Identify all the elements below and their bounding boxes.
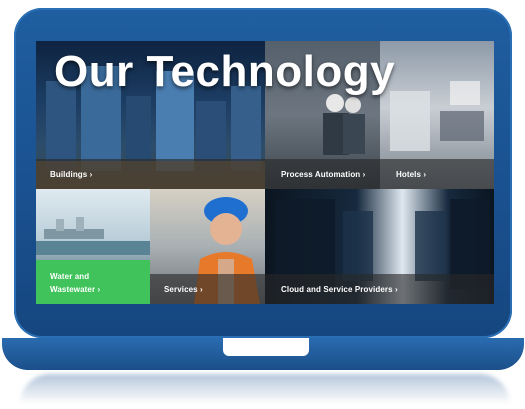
tile-water-wastewater[interactable]: Water and Wastewater › [36,189,150,304]
laptop-screen: Buildings › Process Automation › Hotels … [36,41,494,304]
tile-cloud-service-providers[interactable]: Cloud and Service Providers › [265,189,494,304]
tile-label-hotels: Hotels › [396,170,427,179]
tile-label-water-line2: Wastewater › [50,285,101,294]
tile-hotels[interactable]: Hotels › [380,41,494,189]
laptop-reflection [20,374,510,404]
tile-label-services: Services › [164,285,203,294]
tile-label-buildings: Buildings › [50,170,93,179]
tile-label-water-line1: Water and [50,272,90,281]
tile-services[interactable]: Services › [150,189,265,304]
label-panel-green [36,260,150,304]
page-title: Our Technology [54,47,396,96]
tile-label-process-automation: Process Automation › [281,170,366,179]
laptop-base-notch [223,338,309,356]
tile-label-cloud: Cloud and Service Providers › [281,285,398,294]
